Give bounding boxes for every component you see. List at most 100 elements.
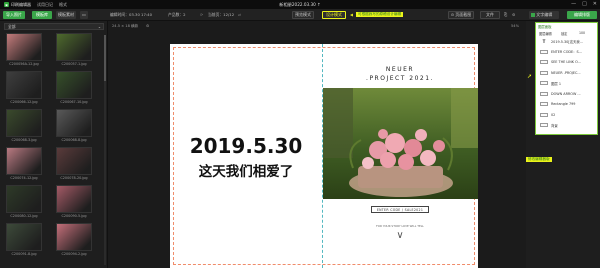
photo-thumbnail[interactable]	[56, 71, 92, 99]
layer-thumbnail-icon	[540, 123, 548, 127]
photo-library: 全部 ⌄ C200056A-12.jpg C200057-1.jpg C200066…	[0, 21, 108, 268]
menu-format[interactable]: 格式	[59, 2, 67, 8]
annotation-design-hint: 可根据我写的原稿设计编辑	[356, 12, 404, 17]
text-edit-label: 文字编辑	[536, 12, 553, 17]
layer-row[interactable]: SEE THE LINK O...	[540, 59, 596, 65]
layer-label: 2019.5.30[这天我...	[551, 39, 583, 44]
layer-thumbnail-icon	[540, 91, 548, 96]
template-material-button[interactable]: 模板素材	[56, 11, 76, 19]
project-title-line1[interactable]: NEUER	[322, 66, 478, 73]
photo-thumbnail[interactable]	[56, 147, 92, 175]
photo-thumbnail[interactable]	[6, 147, 42, 175]
layer-row[interactable]: 02	[540, 112, 596, 118]
layout-edit-button[interactable]: 编辑排版	[567, 11, 597, 19]
layer-label: 02	[551, 112, 556, 117]
album-page[interactable]: 2019.5.30 这天我们相爱了 NEUER .PROJECT 2021. E…	[170, 44, 478, 268]
layer-thumbnail-icon	[540, 102, 548, 106]
layers-panel-header: 图层面板	[538, 25, 552, 29]
layer-row[interactable]: 图层 1	[540, 80, 596, 86]
layer-label: Rectangle 799	[551, 102, 576, 106]
preview-mode-button[interactable]: 预览模式	[292, 11, 314, 19]
photo-caption: C200068-8.jpg	[61, 138, 87, 142]
love-subtitle[interactable]: 这天我们相爱了	[170, 160, 322, 180]
design-mode-button[interactable]: 设计模式	[322, 11, 346, 19]
scrollbar-thumb[interactable]	[104, 35, 106, 81]
checkbox-icon	[531, 13, 535, 17]
template-library-button[interactable]: 模板库	[32, 11, 52, 19]
chevron-down-icon: ⌄	[97, 24, 101, 29]
layer-row[interactable]: T 2019.5.30[这天我...	[540, 38, 596, 44]
photo-caption: C200068-3.jpg	[11, 138, 37, 142]
photo-caption: C200074-12.jpg	[10, 176, 38, 180]
photo-thumbnail[interactable]	[56, 33, 92, 61]
product-count: 产品数：2	[168, 12, 186, 17]
arrow-left-icon: ◀	[350, 12, 353, 17]
photo-thumbnail[interactable]	[6, 109, 42, 137]
layer-label: 图层 1	[551, 81, 562, 86]
text-edit-toggle[interactable]: 文字编辑	[529, 11, 559, 19]
layer-row[interactable]: NEUER .PROJEC...	[540, 70, 596, 76]
page-screenshot-button[interactable]: ⊙ 页面截图	[448, 11, 474, 19]
layer-row[interactable]: Rectangle 799	[540, 101, 596, 107]
menu-trial-diary[interactable]: 试用日记	[37, 2, 53, 8]
layer-label: NEUER .PROJEC...	[551, 70, 581, 75]
photo-caption: C200056A-12.jpg	[9, 62, 39, 66]
layer-label: ENTER CODE：S...	[551, 50, 582, 54]
app-name: 印刷编辑器	[11, 1, 31, 7]
close-button[interactable]: ✕	[593, 1, 597, 7]
photo-caption: C200090-5.jpg	[61, 214, 87, 218]
arrow-up-right-icon: ➚	[527, 73, 533, 80]
app-brand: ▣ 印刷编辑器	[4, 2, 31, 8]
page-switch-icon[interactable]: ⇌	[238, 11, 241, 19]
refresh-icon[interactable]: ⟳	[200, 11, 203, 19]
zoom-level[interactable]: 54%	[511, 24, 519, 28]
photo-filter-select[interactable]: 全部 ⌄	[4, 23, 104, 30]
layer-row[interactable]: 背景	[540, 122, 596, 128]
document-title: 新相册2022.03.30 ↑	[279, 1, 321, 7]
minimize-button[interactable]: —	[571, 1, 576, 7]
edit-time: 编辑时间：03.30 17:40	[110, 12, 153, 17]
layer-label: SEE THE LINK O...	[551, 60, 581, 64]
canvas-settings-icon[interactable]: ⚙	[146, 24, 149, 28]
toggle-panel-icon[interactable]: ▭	[80, 11, 88, 19]
import-photos-button[interactable]: 导入照片	[3, 11, 25, 19]
photo-caption: C200091-8.jpg	[11, 252, 37, 256]
export-icon[interactable]: ⎘	[504, 11, 507, 19]
flower-photo-image	[323, 88, 478, 199]
photo-thumbnail[interactable]	[56, 185, 92, 213]
text-layer-icon: T	[542, 38, 546, 44]
layers-opacity[interactable]: 100	[579, 31, 585, 35]
photo-caption: C200080-12.jpg	[10, 214, 38, 218]
layer-thumbnail-icon	[540, 60, 548, 64]
layer-thumbnail-icon	[540, 112, 548, 117]
down-arrow-icon[interactable]: ∨	[322, 230, 478, 241]
photo-caption: C200078-20.jpg	[60, 176, 88, 180]
photo-thumbnail[interactable]	[6, 33, 42, 61]
title-bar: ▣ 印刷编辑器 试用日记 格式 新相册2022.03.30 ↑ — □ ✕	[0, 0, 600, 9]
photo-thumbnail[interactable]	[6, 71, 42, 99]
file-button[interactable]: 文件	[480, 11, 500, 19]
photo-caption: C200094-2.jpg	[61, 252, 87, 256]
layer-thumbnail-icon	[540, 70, 548, 75]
project-title-line2[interactable]: .PROJECT 2021.	[322, 75, 478, 82]
photo-caption: C200067-10.jpg	[60, 100, 88, 104]
current-page: 当前页：12/12	[208, 12, 235, 17]
toolbar: 导入照片 模板库 模板素材 ▭ 编辑时间：03.30 17:40 产品数：2 ⟳…	[0, 9, 600, 21]
canvas-size-label: 24.5 × 18 横款	[112, 24, 139, 28]
flower-basket-photo[interactable]	[323, 88, 478, 199]
layer-label: DOWN ARROW ...	[551, 91, 581, 96]
photo-thumbnail[interactable]	[6, 185, 42, 213]
layer-row[interactable]: ENTER CODE：S...	[540, 49, 596, 55]
scrollbar[interactable]	[104, 35, 106, 265]
photo-thumbnail[interactable]	[6, 223, 42, 251]
layer-row[interactable]: DOWN ARROW ...	[540, 91, 596, 97]
code-label[interactable]: ENTER CODE / SALE2021	[371, 206, 429, 213]
photo-thumbnail[interactable]	[56, 109, 92, 137]
photo-thumbnail[interactable]	[56, 223, 92, 251]
small-caption[interactable]: FOR YOUR STORY LOVE WILL TELL	[322, 224, 478, 228]
date-title[interactable]: 2019.5.30	[170, 134, 322, 158]
maximize-button[interactable]: □	[582, 1, 587, 7]
layers-lock[interactable]: 锁定	[561, 31, 567, 36]
settings-icon[interactable]: ⚙	[512, 11, 515, 19]
annotation-side-hint: 修改编辑器版	[526, 157, 552, 162]
